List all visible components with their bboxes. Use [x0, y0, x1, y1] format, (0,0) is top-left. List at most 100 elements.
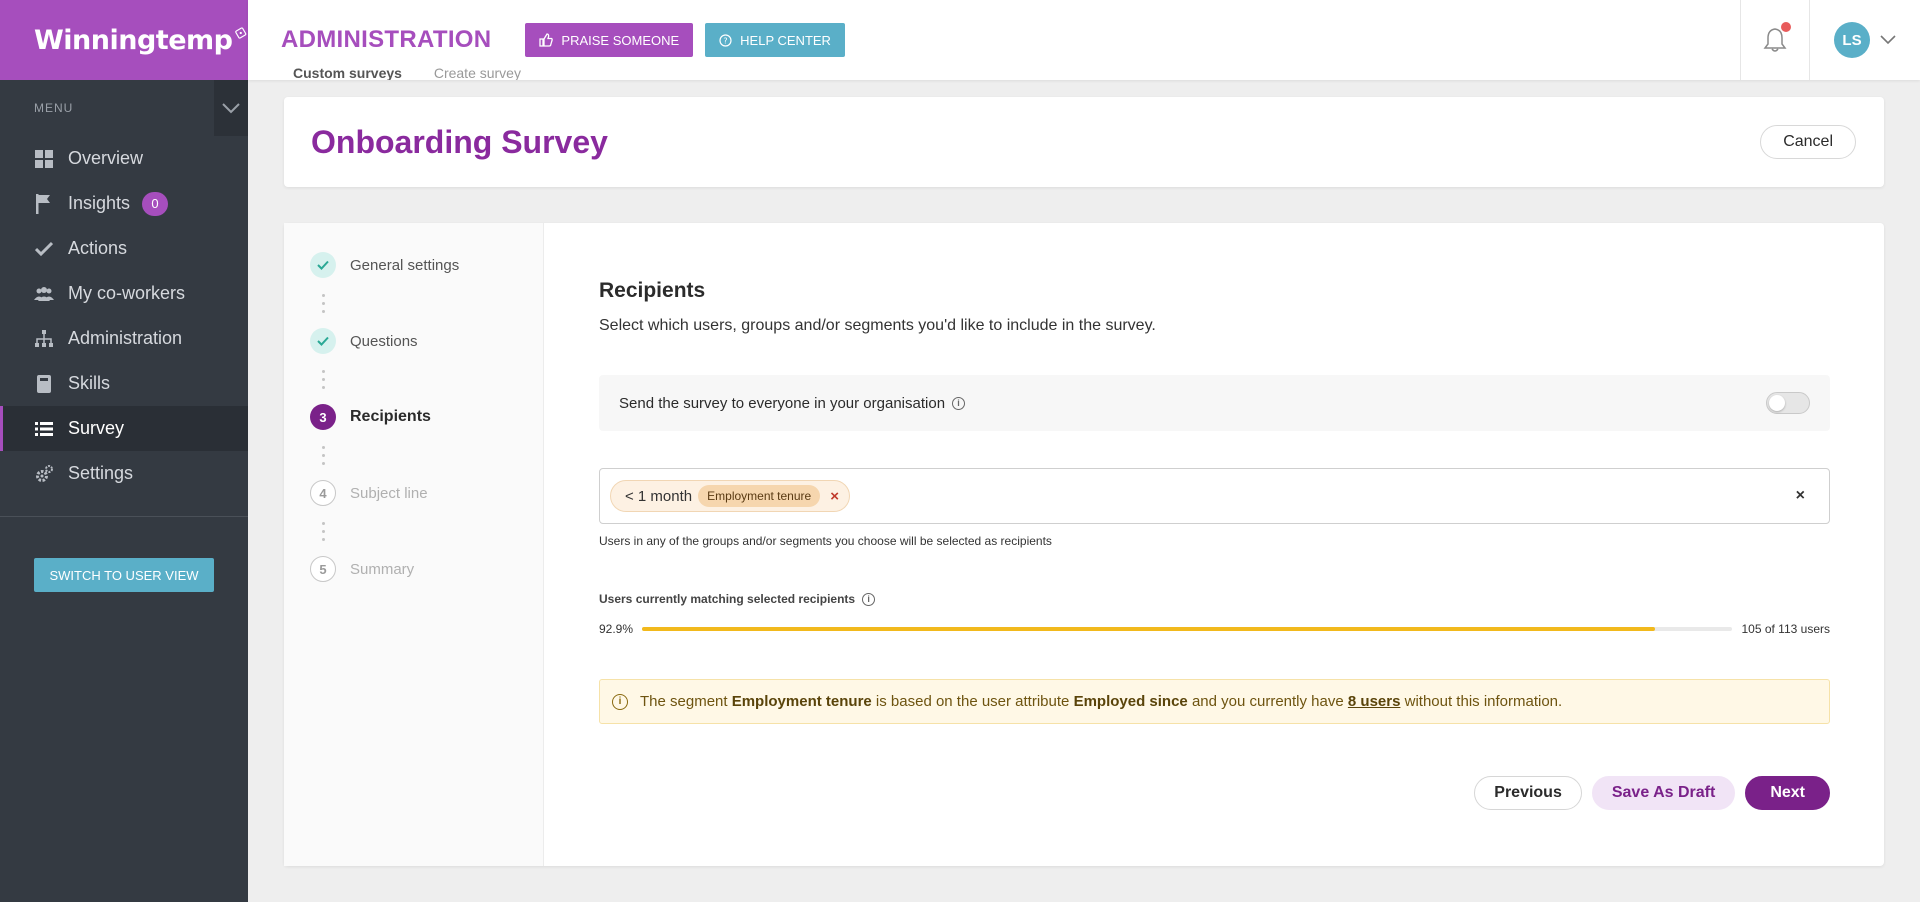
notifications-button[interactable]: [1740, 0, 1810, 80]
sidebar-item-label: Overview: [68, 148, 144, 168]
sidebar-item-skills[interactable]: Skills: [0, 361, 248, 406]
step-number: 5: [310, 556, 336, 582]
step-connector: [310, 507, 336, 555]
segment-chip-tag: Employment tenure: [698, 485, 821, 507]
matching-users-heading: Users currently matching selected recipi…: [599, 592, 1830, 606]
brand-mark-icon: [235, 27, 247, 39]
sidebar: Winningtemp MENU Overview Insights 0 Act…: [0, 0, 248, 902]
sidebar-item-label: Settings: [68, 463, 134, 483]
praise-someone-label: PRAISE SOMEONE: [561, 32, 680, 48]
notice-prefix: The segment: [640, 693, 728, 710]
chip-remove-icon[interactable]: ×: [830, 488, 839, 505]
chevron-down-icon: [1880, 35, 1896, 45]
grid-icon: [34, 149, 54, 169]
help-center-label: HELP CENTER: [740, 32, 831, 48]
sidebar-item-label: My co-workers: [68, 283, 186, 303]
segment-warning-notice: i The segment Employment tenure is based…: [599, 679, 1830, 724]
recipients-selector[interactable]: < 1 month Employment tenure × ×: [599, 468, 1830, 524]
insights-count-badge: 0: [142, 191, 169, 216]
users-without-info-link[interactable]: 8 users: [1348, 693, 1401, 710]
people-icon: [34, 284, 54, 304]
step-label: Summary: [350, 560, 415, 578]
info-icon[interactable]: i: [952, 396, 966, 410]
step-connector: [310, 355, 336, 403]
chevron-down-icon: [222, 103, 240, 114]
progress-track: [642, 627, 1733, 631]
menu-label: MENU: [34, 101, 74, 115]
step-done-check-icon: [310, 252, 336, 278]
segment-chip-value: < 1 month: [625, 487, 693, 505]
step-subject-line: 4 Subject line: [310, 479, 543, 507]
next-button[interactable]: Next: [1745, 776, 1830, 810]
step-label: Questions: [350, 332, 418, 350]
sidebar-item-label: Administration: [68, 328, 183, 348]
wizard-steps: General settings Questions 3 Recipients …: [284, 223, 544, 866]
menu-header: MENU: [0, 80, 248, 136]
notice-suffix: without this information.: [1404, 693, 1563, 710]
help-center-button[interactable]: ? HELP CENTER: [705, 23, 845, 57]
hierarchy-icon: [34, 329, 54, 349]
match-percent: 92.9%: [599, 622, 634, 636]
sidebar-item-label: Actions: [68, 238, 128, 258]
cancel-button[interactable]: Cancel: [1760, 125, 1856, 159]
sidebar-item-settings[interactable]: Settings: [0, 451, 248, 496]
sidebar-nav: Overview Insights 0 Actions My co-worker…: [0, 136, 248, 496]
step-done-check-icon: [310, 328, 336, 354]
breadcrumb-parent[interactable]: Custom surveys: [293, 66, 402, 80]
user-menu[interactable]: LS: [1810, 0, 1920, 80]
step-connector: [310, 279, 336, 327]
step-questions[interactable]: Questions: [310, 327, 543, 355]
recipients-panel: Recipients Select which users, groups an…: [544, 223, 1884, 866]
step-label: Recipients: [350, 408, 431, 425]
clear-all-icon[interactable]: ×: [1796, 487, 1805, 505]
switch-to-user-view-button[interactable]: SWITCH TO USER VIEW: [34, 558, 214, 592]
notice-segment: Employment tenure: [731, 693, 872, 710]
wizard-actions: Previous Save As Draft Next: [1474, 776, 1830, 810]
step-general-settings[interactable]: General settings: [310, 251, 543, 279]
question-circle-icon: ?: [719, 33, 732, 47]
send-to-everyone-row: Send the survey to everyone in your orga…: [599, 375, 1830, 431]
step-number: 3: [310, 404, 336, 430]
sidebar-item-actions[interactable]: Actions: [0, 226, 248, 271]
step-summary: 5 Summary: [310, 555, 543, 583]
breadcrumb: Custom surveys Create survey: [293, 66, 521, 80]
recipients-title: Recipients: [599, 279, 706, 302]
notice-middle: is based on the user attribute: [875, 693, 1070, 710]
sidebar-item-administration[interactable]: Administration: [0, 316, 248, 361]
page-title-card: Onboarding Survey Cancel: [284, 97, 1884, 187]
sidebar-item-co-workers[interactable]: My co-workers: [0, 271, 248, 316]
sidebar-item-label: Survey: [68, 418, 125, 438]
step-recipients[interactable]: 3 Recipients: [310, 403, 543, 431]
menu-collapse-button[interactable]: [214, 80, 248, 136]
sidebar-item-survey[interactable]: Survey: [0, 406, 248, 451]
step-connector: [310, 431, 336, 479]
matching-users-label: Users currently matching selected recipi…: [599, 592, 856, 606]
notice-text: The segment Employment tenure is based o…: [640, 693, 1562, 710]
page-title: Onboarding Survey: [311, 123, 608, 160]
thumbs-up-icon: [539, 33, 554, 47]
send-to-everyone-toggle[interactable]: [1766, 392, 1810, 414]
notification-dot: [1781, 22, 1791, 32]
brand-name: Winningtemp: [34, 24, 233, 56]
sidebar-divider: [0, 516, 248, 517]
book-icon: [34, 374, 54, 394]
avatar: LS: [1834, 22, 1870, 58]
matching-progress: 92.9% 105 of 113 users: [599, 622, 1830, 636]
send-to-everyone-label: Send the survey to everyone in your orga…: [619, 394, 946, 412]
brand-logo[interactable]: Winningtemp: [0, 0, 248, 80]
save-draft-button[interactable]: Save As Draft: [1591, 776, 1736, 810]
gears-icon: [34, 464, 54, 484]
sidebar-item-label: Insights: [68, 193, 131, 213]
sidebar-item-insights[interactable]: Insights 0: [0, 181, 248, 226]
progress-fill: [642, 627, 1656, 631]
recipients-hint: Users in any of the groups and/or segmen…: [599, 534, 1052, 548]
sidebar-item-overview[interactable]: Overview: [0, 136, 248, 181]
praise-someone-button[interactable]: PRAISE SOMEONE: [525, 23, 694, 57]
svg-text:?: ?: [724, 36, 728, 45]
recipients-description: Select which users, groups and/or segmen…: [599, 317, 1156, 334]
step-number: 4: [310, 480, 336, 506]
info-icon[interactable]: i: [862, 592, 876, 606]
section-title: ADMINISTRATION: [281, 26, 492, 53]
previous-button[interactable]: Previous: [1474, 776, 1582, 810]
top-right-controls: LS: [1740, 0, 1920, 80]
